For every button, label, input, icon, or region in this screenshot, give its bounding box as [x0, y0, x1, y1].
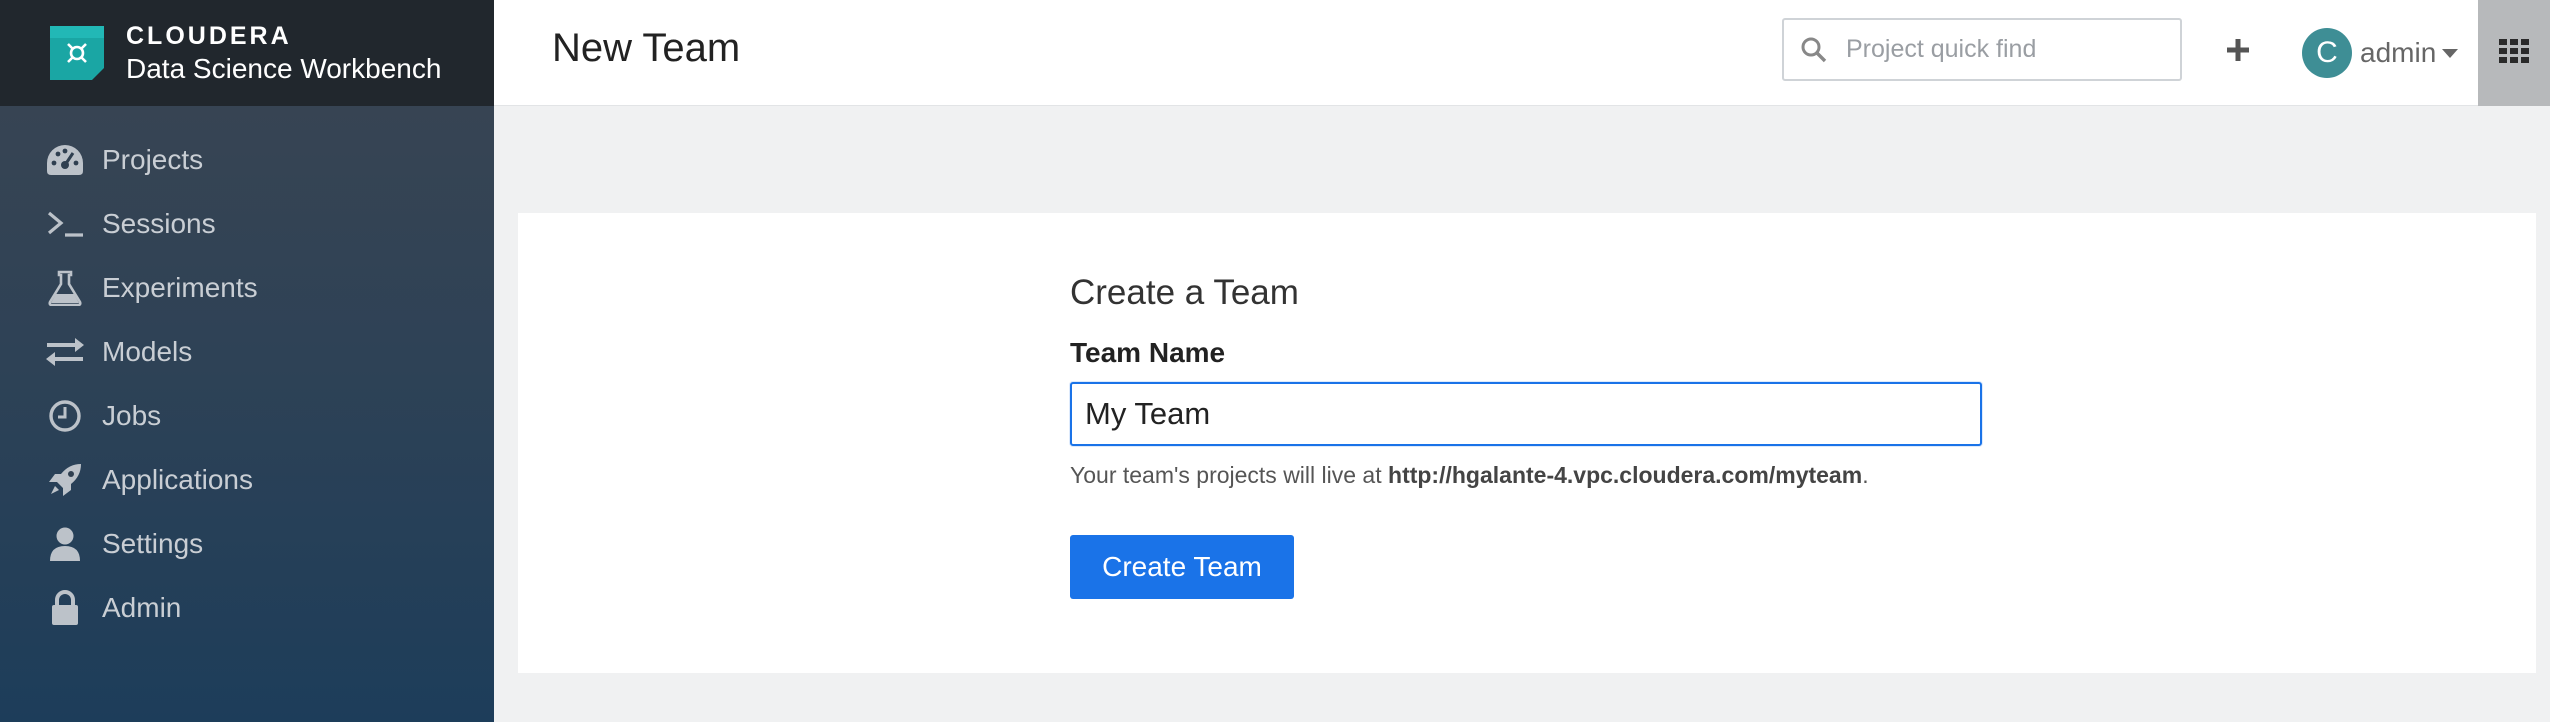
sidebar-item-admin[interactable]: Admin: [0, 576, 494, 640]
create-team-form: Create a Team Team Name Your team's proj…: [1070, 273, 1990, 599]
sidebar-item-projects[interactable]: Projects: [0, 128, 494, 192]
project-search[interactable]: [1782, 18, 2182, 81]
terminal-icon: [44, 206, 86, 242]
lock-icon: [44, 590, 86, 626]
exchange-arrows-icon: [44, 334, 86, 370]
help-suffix: .: [1862, 462, 1869, 488]
team-name-label: Team Name: [1070, 337, 1226, 368]
username: admin: [2360, 37, 2437, 68]
cloudera-logo-icon: [50, 26, 104, 80]
avatar: C: [2302, 28, 2352, 78]
sidebar-item-label: Projects: [102, 144, 204, 175]
page-title: New Team: [552, 26, 741, 70]
top-header: New Team C admin: [494, 0, 2550, 106]
clock-icon: [44, 398, 86, 434]
add-button[interactable]: [2214, 28, 2262, 76]
brand-company: CLOUDERA: [126, 21, 292, 50]
sidebar-item-label: Jobs: [102, 400, 162, 431]
dashboard-icon: [44, 142, 86, 178]
sidebar-item-models[interactable]: Models: [0, 320, 494, 384]
help-prefix: Your team's projects will live at: [1070, 462, 1389, 488]
team-name-input[interactable]: [1070, 382, 1982, 446]
sidebar-item-label: Admin: [102, 592, 182, 623]
create-team-panel: Create a Team Team Name Your team's proj…: [518, 213, 2536, 673]
grid-icon: [2499, 38, 2529, 68]
apps-menu-button[interactable]: [2478, 0, 2550, 106]
brand-header[interactable]: CLOUDERA Data Science Workbench: [0, 0, 494, 106]
sidebar-item-label: Settings: [102, 528, 204, 559]
user-icon: [44, 526, 86, 562]
team-url: http://hgalante-4.vpc.cloudera.com/mytea…: [1388, 462, 1863, 488]
search-icon: [1796, 32, 1832, 68]
sidebar-item-sessions[interactable]: Sessions: [0, 192, 494, 256]
sidebar-item-applications[interactable]: Applications: [0, 448, 494, 512]
sidebar-item-settings[interactable]: Settings: [0, 512, 494, 576]
plus-icon: [2226, 38, 2250, 67]
chevron-down-icon: [2442, 48, 2459, 58]
sidebar-item-experiments[interactable]: Experiments: [0, 256, 494, 320]
sidebar-item-label: Experiments: [102, 272, 258, 303]
flask-icon: [44, 270, 86, 306]
sidebar-nav: Projects Sessions Experiments Models Job…: [0, 106, 494, 640]
sidebar-item-label: Models: [102, 336, 193, 367]
form-title: Create a Team: [1070, 273, 1299, 312]
search-input[interactable]: [1846, 35, 2166, 64]
sidebar-item-label: Sessions: [102, 208, 216, 239]
user-menu[interactable]: C admin: [2302, 27, 2459, 79]
sidebar-item-jobs[interactable]: Jobs: [0, 384, 494, 448]
sidebar-item-label: Applications: [102, 464, 253, 495]
rocket-icon: [44, 462, 86, 498]
help-text: Your team's projects will live at http:/…: [1070, 462, 1990, 489]
create-team-button[interactable]: Create Team: [1070, 535, 1294, 599]
sidebar: CLOUDERA Data Science Workbench Projects: [0, 0, 494, 722]
brand-product: Data Science Workbench: [126, 52, 442, 84]
